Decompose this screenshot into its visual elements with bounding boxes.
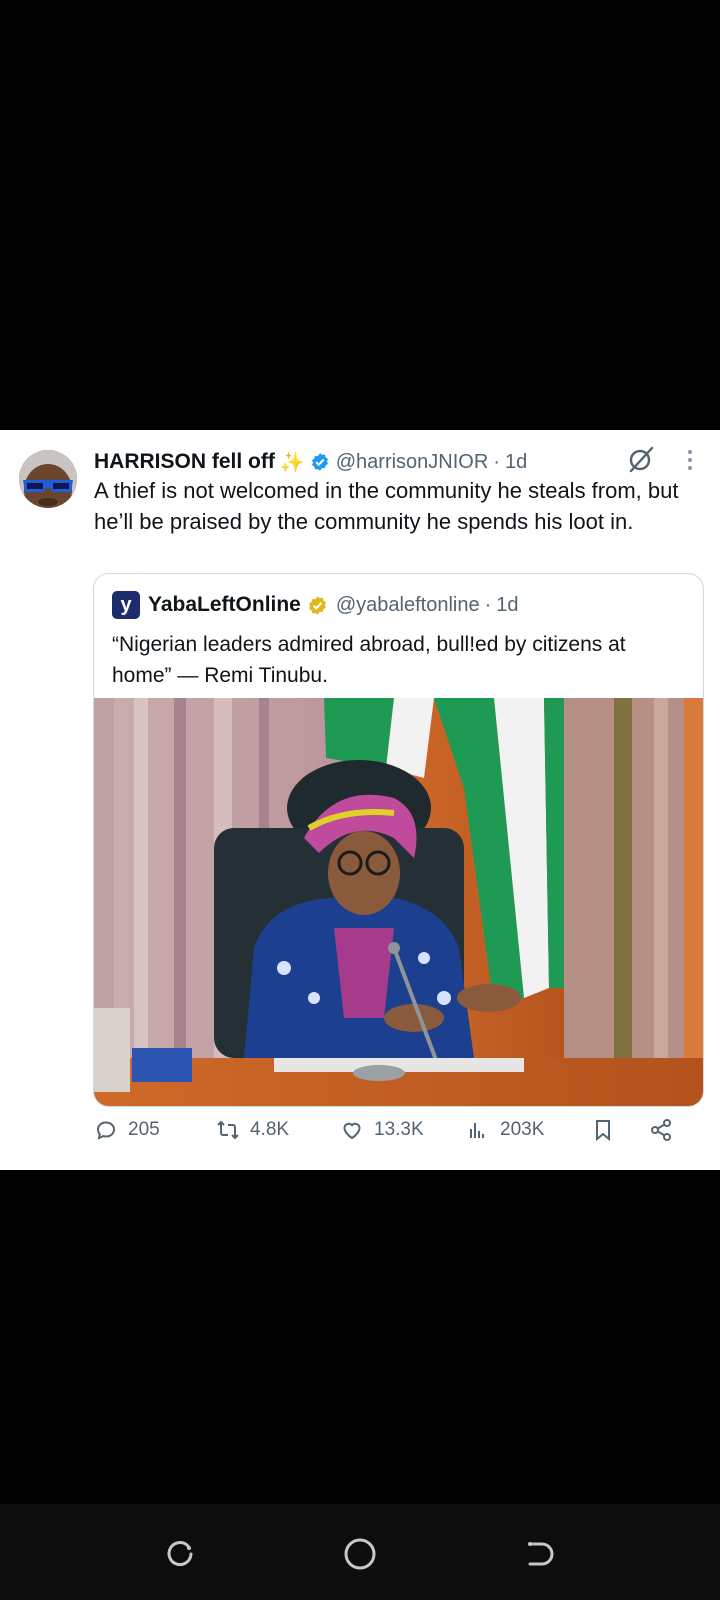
system-nav-bar xyxy=(0,1504,720,1600)
status-area-blank xyxy=(0,0,720,430)
quoted-author-avatar[interactable]: y xyxy=(112,591,140,619)
separator-dot: · xyxy=(484,593,492,616)
grok-icon[interactable] xyxy=(626,444,656,474)
tweet-header: HARRISON fell off ✨ @harrisonJNIOR · 1d xyxy=(94,446,694,478)
separator-dot: · xyxy=(493,450,500,473)
verified-gold-badge-icon[interactable] xyxy=(307,595,328,616)
tweet-text: A thief is not welcomed in the community… xyxy=(94,478,679,534)
share-button[interactable] xyxy=(649,1110,683,1150)
quoted-tweet-time[interactable]: 1d xyxy=(496,594,518,617)
tweet-time[interactable]: 1d xyxy=(505,451,527,474)
more-icon[interactable] xyxy=(680,447,700,473)
quoted-tweet-text: “Nigerian leaders admired abroad, bull!e… xyxy=(112,633,626,687)
quoted-author-handle[interactable]: @yabaleftonline xyxy=(336,594,480,617)
views-icon xyxy=(470,1123,484,1138)
reply-count: 205 xyxy=(128,1119,160,1140)
tweet-card[interactable]: HARRISON fell off ✨ @harrisonJNIOR · 1d … xyxy=(0,430,720,1170)
quoted-tweet-photo[interactable] xyxy=(94,698,703,1106)
blank-area xyxy=(0,1170,720,1504)
recent-apps-icon[interactable] xyxy=(162,1536,198,1572)
author-name[interactable]: HARRISON fell off xyxy=(94,450,275,474)
like-count: 13.3K xyxy=(374,1119,424,1140)
like-button[interactable]: 13.3K xyxy=(340,1110,424,1150)
sparkle-icon: ✨ xyxy=(279,451,305,474)
reply-button[interactable]: 205 xyxy=(94,1110,160,1150)
heart-icon xyxy=(343,1122,361,1140)
repost-button[interactable]: 4.8K xyxy=(216,1110,289,1150)
reply-icon xyxy=(96,1121,116,1140)
bookmark-icon xyxy=(596,1120,610,1142)
repost-count: 4.8K xyxy=(250,1119,290,1140)
view-count: 203K xyxy=(500,1119,545,1140)
quoted-tweet[interactable]: y YabaLeftOnline @yabaleftonline · 1d “N… xyxy=(93,573,704,1107)
back-icon[interactable] xyxy=(522,1536,558,1572)
author-handle[interactable]: @harrisonJNIOR xyxy=(336,451,489,474)
quoted-tweet-header: y YabaLeftOnline @yabaleftonline · 1d xyxy=(112,588,692,622)
author-avatar[interactable] xyxy=(19,450,77,508)
repost-icon xyxy=(217,1120,239,1140)
tweet-actions: 205 4.8K 13.3K 203K xyxy=(94,1110,694,1150)
share-icon xyxy=(651,1119,671,1141)
home-icon[interactable] xyxy=(342,1536,378,1572)
bookmark-button[interactable] xyxy=(591,1110,625,1150)
views-button[interactable]: 203K xyxy=(466,1110,544,1150)
quoted-author-name[interactable]: YabaLeftOnline xyxy=(148,593,301,617)
verified-badge-icon[interactable] xyxy=(310,452,330,472)
